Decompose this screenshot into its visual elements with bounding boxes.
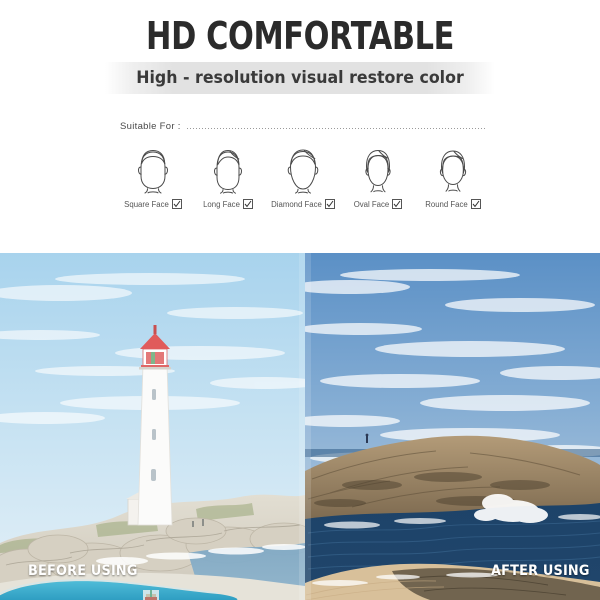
face-round-icon [439, 150, 467, 192]
product-banner: HD COMFORTABLE High - resolution visual … [0, 0, 600, 600]
face-oval-icon [365, 149, 391, 193]
face-caption-long: Long Face [203, 199, 253, 209]
face-square-icon [137, 149, 169, 194]
suitable-for-label: Suitable For : [120, 120, 181, 132]
face-diamond-icon [287, 149, 319, 194]
header-section: HD COMFORTABLE High - resolution visual … [0, 0, 600, 253]
dotted-line-icon [186, 127, 485, 129]
face-item-diamond[interactable]: Diamond Face [268, 146, 338, 209]
page-title: HD COMFORTABLE [146, 14, 454, 58]
face-shape-list: Square Face Long Face Diamond Face Oval … [118, 146, 488, 218]
checkbox-long[interactable] [242, 199, 253, 209]
face-label-long: Long Face [203, 199, 240, 209]
before-using-label: BEFORE USING [28, 563, 138, 579]
check-icon [173, 200, 181, 208]
face-item-round[interactable]: Round Face [418, 146, 488, 209]
before-after-photo [0, 253, 600, 600]
checkbox-square[interactable] [171, 199, 182, 209]
face-label-square: Square Face [124, 199, 169, 209]
checkbox-diamond[interactable] [324, 199, 335, 209]
face-label-diamond: Diamond Face [271, 199, 322, 209]
suitable-for-row: Suitable For : [120, 118, 485, 134]
check-icon [472, 200, 480, 208]
checkbox-oval[interactable] [392, 199, 403, 209]
face-label-oval: Oval Face [353, 199, 390, 209]
lighthouse-coast-illustration [0, 253, 600, 600]
face-item-oval[interactable]: Oval Face [343, 146, 413, 209]
face-caption-diamond: Diamond Face [271, 199, 335, 209]
checkbox-round[interactable] [470, 199, 481, 209]
face-caption-square: Square Face [124, 199, 182, 209]
face-long-icon [213, 149, 243, 194]
page-subtitle: High - resolution visual restore color [136, 68, 464, 88]
face-item-long[interactable]: Long Face [193, 146, 263, 209]
after-using-label: AFTER USING [491, 563, 590, 579]
check-icon [393, 200, 401, 208]
face-caption-oval: Oval Face [354, 199, 403, 209]
check-icon [326, 200, 334, 208]
face-label-round: Round Face [425, 199, 468, 209]
face-item-square[interactable]: Square Face [118, 146, 188, 209]
check-icon [244, 200, 252, 208]
face-caption-round: Round Face [425, 199, 481, 209]
